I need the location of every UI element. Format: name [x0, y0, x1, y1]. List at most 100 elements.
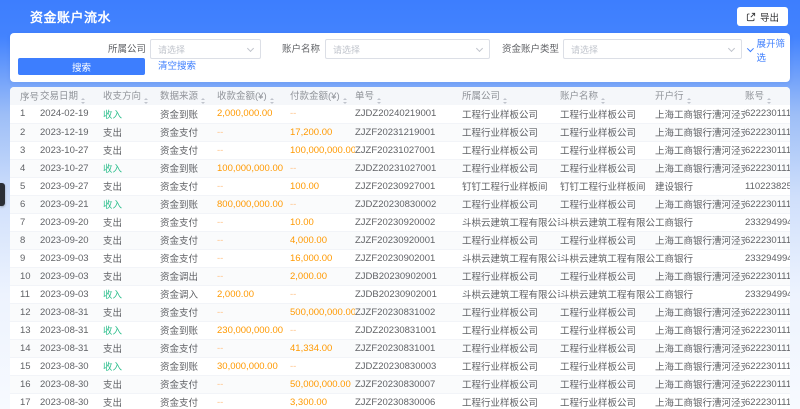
cell-account: 斗栱云建筑工程有限公司 — [560, 285, 655, 303]
cell-receive: -- — [217, 141, 290, 159]
filter-panel: 所属公司 请选择 账户名称 请选择 资金账户类型 请选择 展开筛选 搜索 清空搜… — [10, 33, 790, 82]
cell-source: 资金支付 — [160, 141, 217, 159]
cell-source: 资金到账 — [160, 321, 217, 339]
expand-filters-link[interactable]: 展开筛选 — [748, 39, 790, 60]
cell-company: 工程行业样板公司 — [462, 303, 560, 321]
column-header-label: 序号 — [20, 92, 39, 103]
cell-pay: -- — [290, 105, 355, 123]
cell-bank: 上海工商银行漕河泾支行 — [655, 321, 745, 339]
cell-bank: 工商银行 — [655, 213, 745, 231]
cell-bank: 上海工商银行漕河泾支行 — [655, 195, 745, 213]
cell-date: 2023-08-30 — [40, 375, 103, 393]
side-dock-handle[interactable] — [0, 183, 5, 206]
cell-receive: -- — [217, 393, 290, 409]
cell-account: 斗栱云建筑工程有限公司 — [560, 249, 655, 267]
cell-order: ZJZF20230831002 — [355, 303, 462, 321]
column-header[interactable]: 所属公司 — [462, 87, 560, 105]
table-row: 122023-08-31支出资金支付--500,000,000.00ZJZF20… — [10, 303, 790, 321]
cell-no: 13 — [10, 321, 40, 339]
sort-arrows-icon[interactable] — [343, 98, 347, 104]
cell-receive: -- — [217, 249, 290, 267]
cell-account: 工程行业样板公司 — [560, 123, 655, 141]
cell-source: 资金支付 — [160, 303, 217, 321]
column-header[interactable]: 单号 — [355, 87, 462, 105]
cell-bank: 工商银行 — [655, 285, 745, 303]
cell-company: 工程行业样板公司 — [462, 393, 560, 409]
sort-arrows-icon[interactable] — [144, 98, 148, 104]
cell-pay: 100,000,000.00 — [290, 141, 355, 159]
sort-arrows-icon[interactable] — [767, 98, 771, 104]
column-header[interactable]: 账户名称 — [560, 87, 655, 105]
column-header[interactable]: 交易日期 — [40, 87, 103, 105]
cell-source: 资金到账 — [160, 105, 217, 123]
sort-arrows-icon[interactable] — [601, 98, 605, 104]
cell-number: 622230111 — [745, 195, 790, 213]
column-header-label: 交易日期 — [40, 91, 78, 102]
page-title: 资金账户流水 — [30, 7, 111, 26]
cell-order: ZJDZ20230830003 — [355, 357, 462, 375]
column-header[interactable]: 收款金额(¥) — [217, 87, 290, 105]
sort-arrows-icon[interactable] — [270, 98, 274, 104]
account-type-filter-label: 资金账户类型 — [480, 39, 559, 60]
cell-direction: 收入 — [103, 285, 160, 303]
column-header: 序号 — [10, 87, 40, 105]
clear-search-button[interactable]: 清空搜索 — [158, 58, 196, 75]
cell-order: ZJZF20230920002 — [355, 213, 462, 231]
cell-date: 2023-08-31 — [40, 303, 103, 321]
cell-bank: 上海工商银行漕河泾支行 — [655, 141, 745, 159]
cell-date: 2023-09-27 — [40, 177, 103, 195]
cell-bank: 上海工商银行漕河泾支行 — [655, 123, 745, 141]
cell-bank: 上海工商银行漕河泾支行 — [655, 267, 745, 285]
cell-source: 资金到账 — [160, 357, 217, 375]
cell-company: 工程行业样板公司 — [462, 267, 560, 285]
account-type-select[interactable]: 请选择 — [563, 39, 742, 59]
column-header[interactable]: 收支方向 — [103, 87, 160, 105]
sort-arrows-icon[interactable] — [81, 98, 85, 104]
account-name-filter-label: 账户名称 — [252, 39, 320, 60]
sort-arrows-icon[interactable] — [687, 98, 691, 104]
cell-no: 7 — [10, 213, 40, 231]
flow-table-card: 序号交易日期 收支方向数据来源收款金额(¥)付款金额(¥)单号所属公司账户名称开户… — [10, 87, 790, 409]
cell-number: 233294994 — [745, 285, 790, 303]
cell-receive: 100,000,000.00 — [217, 159, 290, 177]
cell-order: ZJZF20231027001 — [355, 141, 462, 159]
cell-number: 233294994 — [745, 249, 790, 267]
export-button[interactable]: 导出 — [737, 7, 788, 26]
cell-receive: 2,000.00 — [217, 285, 290, 303]
cell-order: ZJZF20230830007 — [355, 375, 462, 393]
cell-no: 5 — [10, 177, 40, 195]
cell-receive: 800,000,000.00 — [217, 195, 290, 213]
sort-arrows-icon[interactable] — [201, 98, 205, 104]
cell-number: 622230111 — [745, 159, 790, 177]
column-header[interactable]: 付款金额(¥) — [290, 87, 355, 105]
cell-order: ZJDB20230902001 — [355, 285, 462, 303]
cell-receive: -- — [217, 123, 290, 141]
column-header[interactable]: 开户行 — [655, 87, 745, 105]
cell-date: 2023-10-27 — [40, 141, 103, 159]
column-header[interactable]: 账号 — [745, 87, 790, 105]
cell-pay: 100.00 — [290, 177, 355, 195]
cell-account: 斗栱云建筑工程有限公司 — [560, 213, 655, 231]
account-name-select[interactable]: 请选择 — [325, 39, 490, 59]
cell-bank: 上海工商银行漕河泾支行 — [655, 393, 745, 409]
table-header-row: 序号交易日期 收支方向数据来源收款金额(¥)付款金额(¥)单号所属公司账户名称开户… — [10, 87, 790, 105]
filter-buttons-row: 搜索 清空搜索 — [10, 58, 790, 76]
cell-number: 622230111 — [745, 231, 790, 249]
column-header[interactable]: 数据来源 — [160, 87, 217, 105]
search-button[interactable]: 搜索 — [18, 58, 145, 75]
cell-company: 工程行业样板公司 — [462, 375, 560, 393]
cell-no: 6 — [10, 195, 40, 213]
cell-no: 16 — [10, 375, 40, 393]
sort-arrows-icon[interactable] — [377, 98, 381, 104]
cell-pay: 50,000,000.00 — [290, 375, 355, 393]
table-row: 22023-12-19支出资金支付--17,200.00ZJZF20231219… — [10, 123, 790, 141]
company-filter-label: 所属公司 — [70, 39, 146, 60]
cell-no: 3 — [10, 141, 40, 159]
cell-order: ZJDB20230902001 — [355, 267, 462, 285]
company-select[interactable]: 请选择 — [150, 39, 261, 59]
sort-arrows-icon[interactable] — [503, 98, 507, 104]
cell-date: 2023-09-21 — [40, 195, 103, 213]
cell-bank: 工商银行 — [655, 249, 745, 267]
cell-account: 工程行业样板公司 — [560, 195, 655, 213]
cell-bank: 建设银行 — [655, 177, 745, 195]
